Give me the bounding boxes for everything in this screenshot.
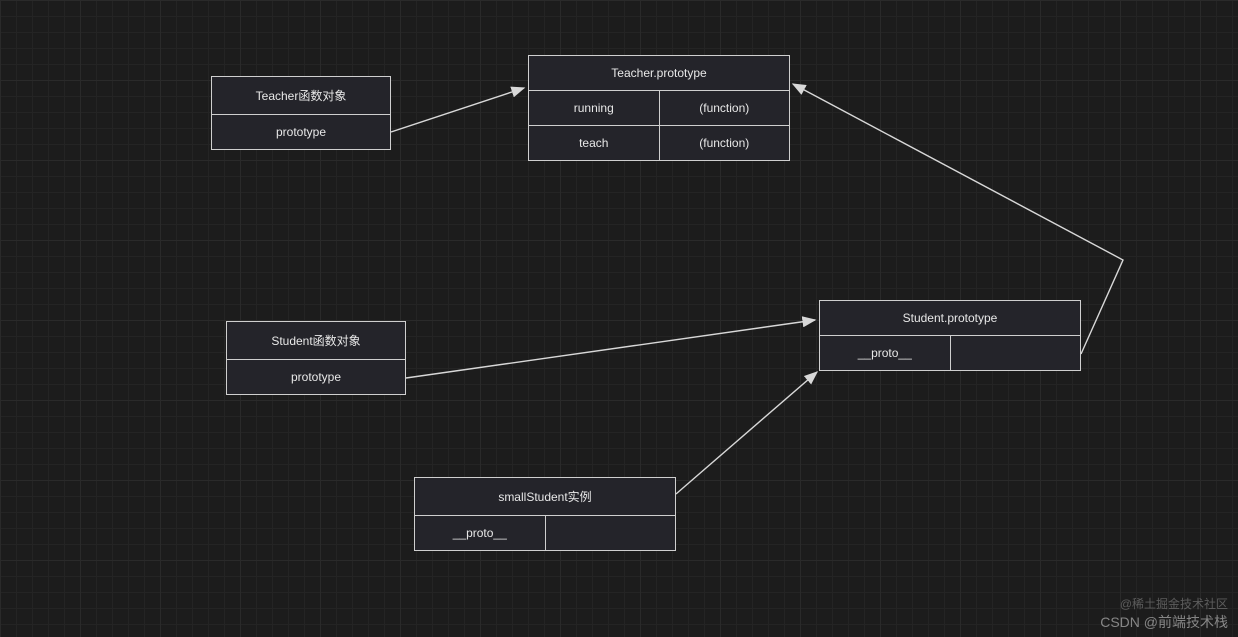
watermark: @稀土掘金技术社区 CSDN @前端技术栈 <box>1100 597 1228 631</box>
prop-val: (function) <box>659 91 790 125</box>
node-slot: __proto__ <box>820 336 950 370</box>
watermark-top: @稀土掘金技术社区 <box>1100 597 1228 613</box>
arrow-teacherfn-to-teacherproto <box>391 88 524 132</box>
prop-key: teach <box>529 125 659 160</box>
node-teacher-fn: Teacher函数对象 prototype <box>211 76 391 150</box>
node-slot: prototype <box>227 360 405 394</box>
node-slot: __proto__ <box>415 516 545 550</box>
prop-val: (function) <box>659 125 790 160</box>
diagram-canvas: Teacher函数对象 prototype Teacher.prototype … <box>0 0 1238 637</box>
node-student-proto: Student.prototype __proto__ <box>819 300 1081 371</box>
node-slot: prototype <box>212 115 390 149</box>
prop-key: running <box>529 91 659 125</box>
node-title: Teacher.prototype <box>529 56 789 91</box>
watermark-bottom: CSDN @前端技术栈 <box>1100 613 1228 631</box>
node-instance: smallStudent实例 __proto__ <box>414 477 676 551</box>
empty-cell <box>545 516 676 550</box>
node-teacher-proto: Teacher.prototype running (function) tea… <box>528 55 790 161</box>
empty-cell <box>950 336 1081 370</box>
node-title: Student.prototype <box>820 301 1080 336</box>
node-title: smallStudent实例 <box>415 478 675 516</box>
node-student-fn: Student函数对象 prototype <box>226 321 406 395</box>
arrow-instance-to-studentproto <box>676 372 817 494</box>
node-title: Student函数对象 <box>227 322 405 360</box>
arrow-studentfn-to-studentproto <box>406 320 815 378</box>
node-title: Teacher函数对象 <box>212 77 390 115</box>
